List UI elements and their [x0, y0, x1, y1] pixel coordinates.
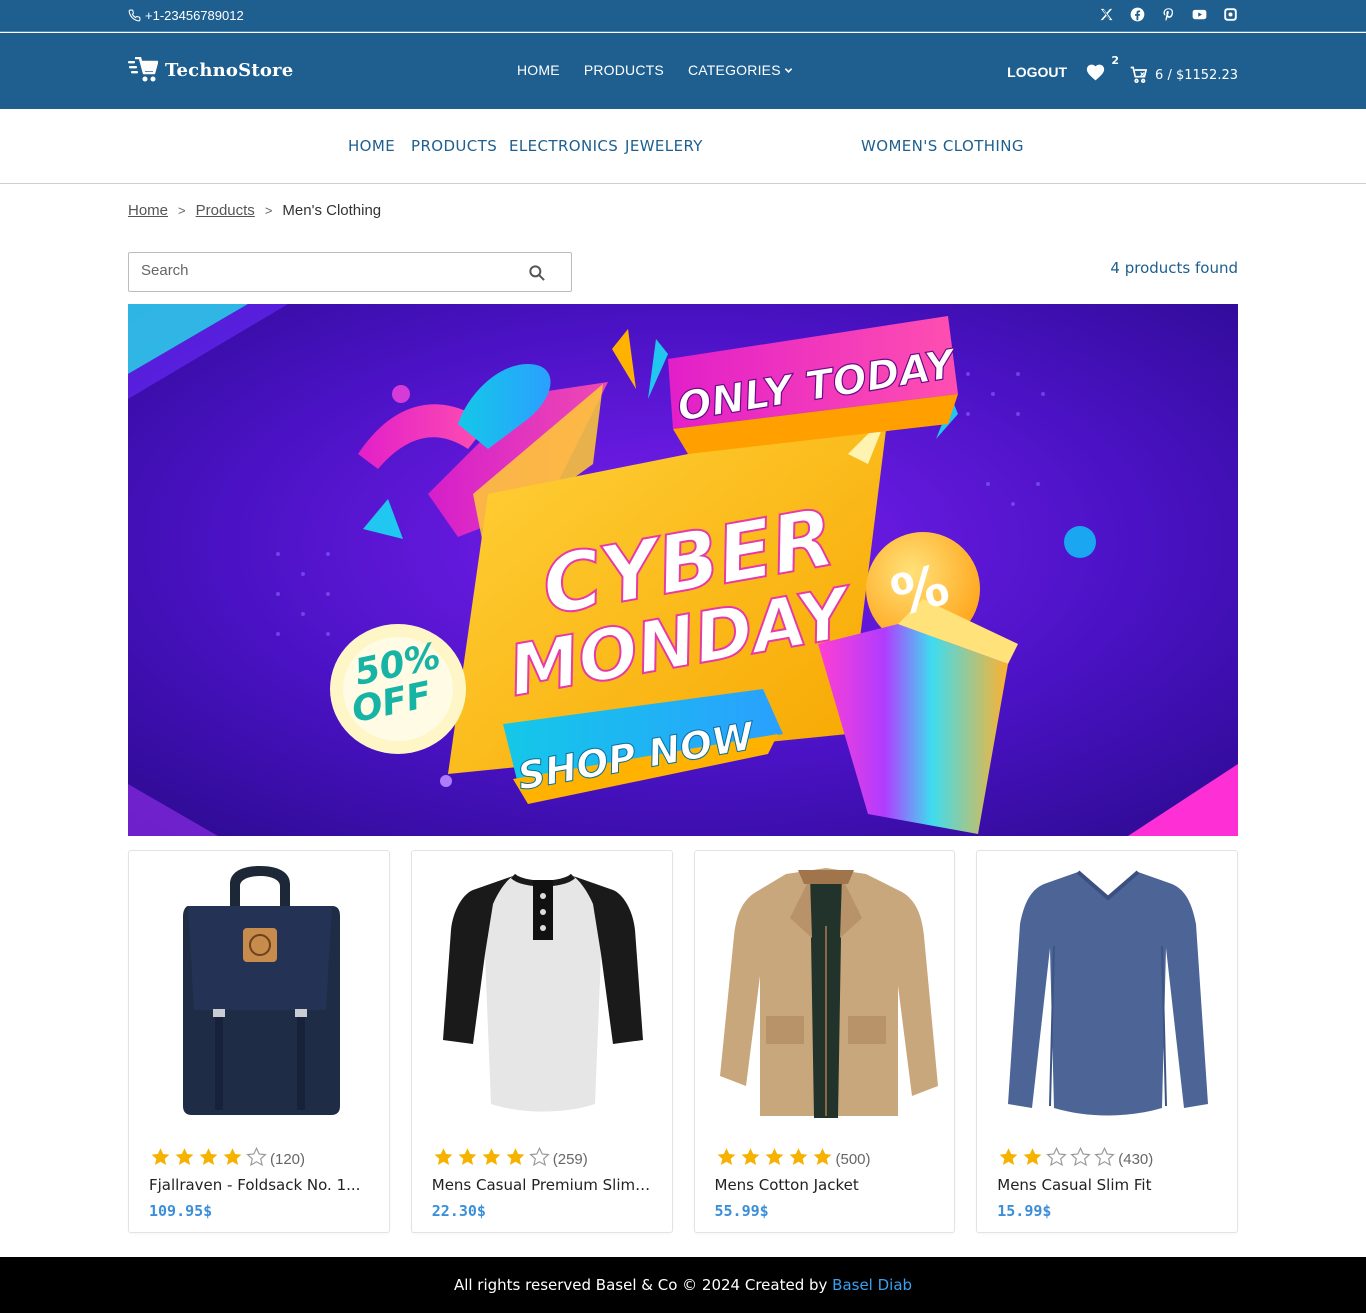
star-icon — [173, 1146, 196, 1172]
nav-products[interactable]: PRODUCTS — [584, 62, 664, 78]
category-nav: HOME PRODUCTS ELECTRONICS JEWELERY WOMEN… — [0, 109, 1366, 184]
promo-banner[interactable]: ONLY TODAY CYBER MONDAY 50% OFF SHOP NOW… — [128, 304, 1238, 836]
product-price: 22.30$ — [431, 1202, 486, 1220]
review-count: (259) — [552, 1150, 588, 1168]
phone-number: +1-23456789012 — [145, 8, 244, 23]
nav-categories-label: CATEGORIES — [687, 62, 781, 78]
product-title[interactable]: Mens Casual Premium Slim ... — [432, 1176, 652, 1194]
phone-contact[interactable]: +1-23456789012 — [128, 8, 244, 23]
search-icon[interactable] — [527, 263, 547, 283]
category-electronics[interactable]: ELECTRONICS — [509, 137, 618, 155]
cart-button[interactable]: 6 / $1152.23 — [1129, 65, 1238, 85]
chevron-down-icon — [784, 67, 792, 73]
top-bar: +1-23456789012 — [0, 0, 1366, 32]
breadcrumb-products[interactable]: Products — [196, 202, 255, 219]
pinterest-icon[interactable] — [1161, 7, 1176, 22]
star-icon — [997, 1146, 1020, 1172]
search-box — [128, 252, 572, 292]
footer: All rights reserved Basel & Co © 2024 Cr… — [0, 1257, 1366, 1313]
category-home[interactable]: HOME — [348, 137, 395, 155]
star-outline-icon — [245, 1146, 268, 1172]
star-outline-icon — [1069, 1146, 1092, 1172]
star-icon — [149, 1146, 172, 1172]
product-card[interactable]: (500) Mens Cotton Jacket 55.99$ — [693, 850, 956, 1233]
product-image-cotton-jacket[interactable] — [707, 861, 945, 1123]
phone-icon — [128, 9, 141, 22]
product-price: 15.99$ — [997, 1202, 1052, 1220]
breadcrumb: Home > Products > Men's Clothing — [128, 202, 381, 219]
product-image-slim-fit-shirt[interactable] — [989, 861, 1227, 1123]
star-icon — [739, 1146, 762, 1172]
breadcrumb-home[interactable]: Home — [128, 202, 168, 219]
category-products[interactable]: PRODUCTS — [411, 137, 497, 155]
review-count: (430) — [1118, 1150, 1154, 1168]
rating: (430) — [997, 1146, 1153, 1172]
footer-text: All rights reserved Basel & Co © 2024 Cr… — [453, 1276, 833, 1294]
product-price: 109.95$ — [149, 1202, 213, 1220]
product-image-henley-shirt[interactable] — [424, 861, 662, 1123]
wishlist-button[interactable]: 2 — [1085, 54, 1119, 82]
product-title[interactable]: Mens Cotton Jacket — [715, 1176, 935, 1194]
star-outline-icon — [1045, 1146, 1068, 1172]
logout-button[interactable]: LOGOUT — [1007, 64, 1067, 80]
heart-icon — [1086, 64, 1105, 81]
star-icon — [504, 1146, 527, 1172]
star-outline-icon — [528, 1146, 551, 1172]
instagram-icon[interactable] — [1223, 7, 1238, 22]
nav-categories[interactable]: CATEGORIES — [688, 62, 793, 78]
rating: (120) — [149, 1146, 305, 1172]
star-icon — [197, 1146, 220, 1172]
star-icon — [456, 1146, 479, 1172]
cart-icon — [1130, 66, 1148, 83]
product-card[interactable]: (259) Mens Casual Premium Slim ... 22.30… — [410, 850, 673, 1233]
product-title[interactable]: Mens Casual Slim Fit — [997, 1176, 1217, 1194]
breadcrumb-separator: > — [264, 203, 273, 218]
product-price: 55.99$ — [714, 1202, 769, 1220]
results-count: 4 products found — [1110, 259, 1238, 277]
product-title[interactable]: Fjallraven - Foldsack No. 1... — [149, 1176, 369, 1194]
main-header: TechnoStore HOME PRODUCTS CATEGORIES LOG… — [0, 33, 1366, 109]
cart-summary: 6 / $1152.23 — [1155, 67, 1238, 83]
category-jewelery[interactable]: JEWELERY — [625, 137, 703, 155]
author-link[interactable]: Basel Diab — [832, 1276, 912, 1294]
brand-name: TechnoStore — [165, 59, 294, 81]
star-icon — [432, 1146, 455, 1172]
wishlist-count: 2 — [1111, 54, 1120, 67]
star-icon — [715, 1146, 738, 1172]
rating: (500) — [715, 1146, 871, 1172]
rating: (259) — [432, 1146, 588, 1172]
star-icon — [1021, 1146, 1044, 1172]
star-icon — [811, 1146, 834, 1172]
star-outline-icon — [1093, 1146, 1116, 1172]
star-icon — [787, 1146, 810, 1172]
search-input[interactable] — [141, 262, 511, 279]
product-image-backpack[interactable] — [141, 861, 379, 1123]
review-count: (500) — [835, 1150, 871, 1168]
social-links — [1099, 7, 1238, 22]
star-icon — [480, 1146, 503, 1172]
facebook-icon[interactable] — [1130, 7, 1145, 22]
shopping-cart-logo-icon — [128, 57, 158, 82]
nav-home[interactable]: HOME — [517, 62, 560, 78]
main-nav: HOME PRODUCTS CATEGORIES — [517, 62, 793, 78]
product-grid: (120) Fjallraven - Foldsack No. 1... 109… — [128, 850, 1238, 1233]
youtube-icon[interactable] — [1192, 7, 1207, 22]
x-icon[interactable] — [1099, 7, 1114, 22]
product-card[interactable]: (120) Fjallraven - Foldsack No. 1... 109… — [128, 850, 390, 1233]
star-icon — [763, 1146, 786, 1172]
review-count: (120) — [270, 1150, 306, 1168]
star-icon — [221, 1146, 244, 1172]
breadcrumb-separator: > — [178, 203, 186, 218]
account-bar: LOGOUT 2 6 / $1152.23 — [1007, 54, 1238, 85]
product-card[interactable]: (430) Mens Casual Slim Fit 15.99$ — [976, 850, 1238, 1233]
category-womens-clothing[interactable]: WOMEN'S CLOTHING — [861, 137, 1024, 155]
brand-logo[interactable]: TechnoStore — [128, 57, 293, 83]
promo-banner-graphic: ONLY TODAY CYBER MONDAY 50% OFF SHOP NOW… — [128, 304, 1238, 836]
breadcrumb-current: Men's Clothing — [282, 202, 382, 219]
